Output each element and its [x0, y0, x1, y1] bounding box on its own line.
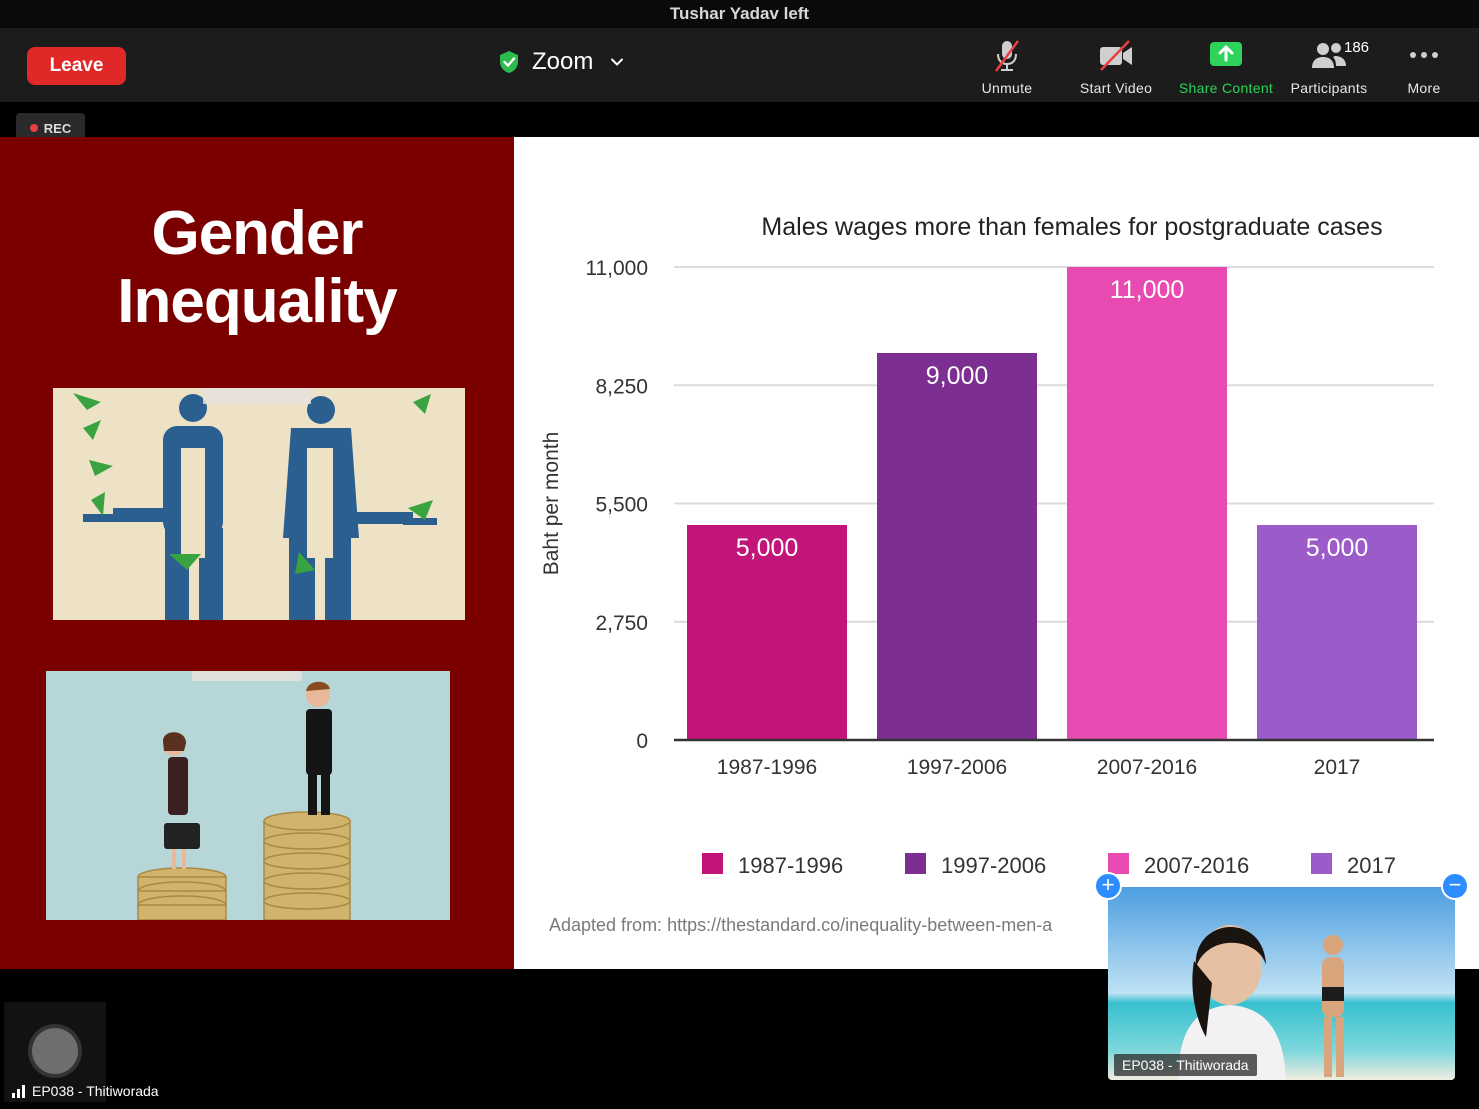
chevron-down-icon: [611, 58, 624, 66]
notification-bar: Tushar Yadav left: [0, 0, 1479, 28]
legend-label: 2017: [1347, 853, 1396, 878]
gender-figures-illustration: [53, 388, 465, 620]
leave-button[interactable]: Leave: [27, 47, 126, 85]
video-feed: [1108, 887, 1455, 1080]
slide-title-line1: Gender: [151, 199, 363, 268]
y-tick-label: 5,500: [595, 494, 648, 517]
microphone-muted-icon: [994, 40, 1020, 72]
chart-title: Males wages more than females for postgr…: [761, 213, 1382, 241]
y-tick-label: 0: [636, 730, 648, 753]
legend-swatch: [905, 853, 926, 874]
slide-title-line2: Inequality: [117, 267, 397, 336]
bar: [877, 353, 1037, 740]
legend-swatch: [702, 853, 723, 874]
x-tick-label: 1987-1996: [717, 756, 817, 779]
chart-source-text: Adapted from: https://thestandard.co/ine…: [549, 915, 1053, 935]
unmute-button[interactable]: Unmute: [952, 36, 1062, 96]
more-button[interactable]: More: [1369, 36, 1479, 96]
y-tick-label: 8,250: [595, 375, 648, 398]
tape-decoration: [192, 671, 302, 681]
legend-label: 1997-2006: [941, 853, 1046, 878]
bar-value-label: 11,000: [1110, 276, 1185, 304]
self-video-tile[interactable]: EP038 - Thitiworada: [1108, 887, 1455, 1080]
video-off-icon: [1100, 40, 1132, 71]
x-tick-label: 2007-2016: [1097, 756, 1197, 779]
shared-slide: Gender Inequality Males wages more than …: [0, 137, 1479, 969]
slide-title: Gender Inequality: [0, 200, 514, 336]
meeting-info-dropdown[interactable]: Zoom: [498, 42, 625, 82]
legend-swatch: [1311, 853, 1332, 874]
meeting-toolbar: Leave Zoom Unmute Start Video Share Cont…: [0, 28, 1479, 102]
legend-label: 1987-1996: [738, 853, 843, 878]
recording-label: REC: [43, 120, 72, 136]
tape-decoration: [203, 388, 311, 404]
share-content-button[interactable]: Share Content: [1171, 36, 1281, 96]
wage-gap-coins-illustration: [46, 671, 450, 920]
notification-text: Tushar Yadav left: [669, 4, 810, 23]
bar-value-label: 5,000: [736, 534, 799, 562]
participant-count: 186: [1344, 39, 1370, 56]
y-tick-label: 2,750: [595, 612, 648, 635]
participant-name-bar: EP038 - Thitiworada: [12, 1083, 159, 1099]
self-video-name: EP038 - Thitiworada: [1114, 1054, 1257, 1076]
more-label: More: [1407, 80, 1441, 96]
participant-name: EP038 - Thitiworada: [32, 1083, 159, 1099]
x-tick-label: 1997-2006: [907, 756, 1007, 779]
bar: [1067, 267, 1227, 740]
security-shield-icon: [500, 51, 518, 73]
share-arrow-icon: [1210, 42, 1242, 66]
legend-label: 2007-2016: [1144, 853, 1249, 878]
wage-bar-chart: Males wages more than females for postgr…: [514, 137, 1479, 969]
avatar: [32, 1028, 78, 1074]
y-tick-label: 11,000: [585, 257, 648, 280]
bar-value-label: 5,000: [1306, 534, 1369, 562]
recording-dot-icon: [29, 124, 38, 132]
participants-label: Participants: [1290, 80, 1368, 96]
chart-canvas: Males wages more than females for postgr…: [540, 213, 1434, 878]
expand-video-button[interactable]: +: [1094, 872, 1122, 900]
share-content-label: Share Content: [1178, 80, 1274, 96]
y-axis-label: Baht per month: [540, 432, 563, 576]
start-video-label: Start Video: [1079, 80, 1153, 96]
legend-swatch: [1108, 853, 1129, 874]
participants-icon: [1312, 43, 1346, 68]
bar-value-label: 9,000: [926, 362, 989, 390]
x-tick-label: 2017: [1314, 756, 1361, 779]
signal-bars-icon: [12, 1085, 25, 1098]
meeting-name: Zoom: [532, 48, 594, 75]
unmute-label: Unmute: [981, 80, 1033, 96]
slide-left-panel: Gender Inequality: [0, 137, 514, 969]
minimize-video-button[interactable]: −: [1441, 872, 1469, 900]
start-video-button[interactable]: Start Video: [1061, 36, 1171, 96]
more-dots-icon: [1410, 52, 1438, 58]
